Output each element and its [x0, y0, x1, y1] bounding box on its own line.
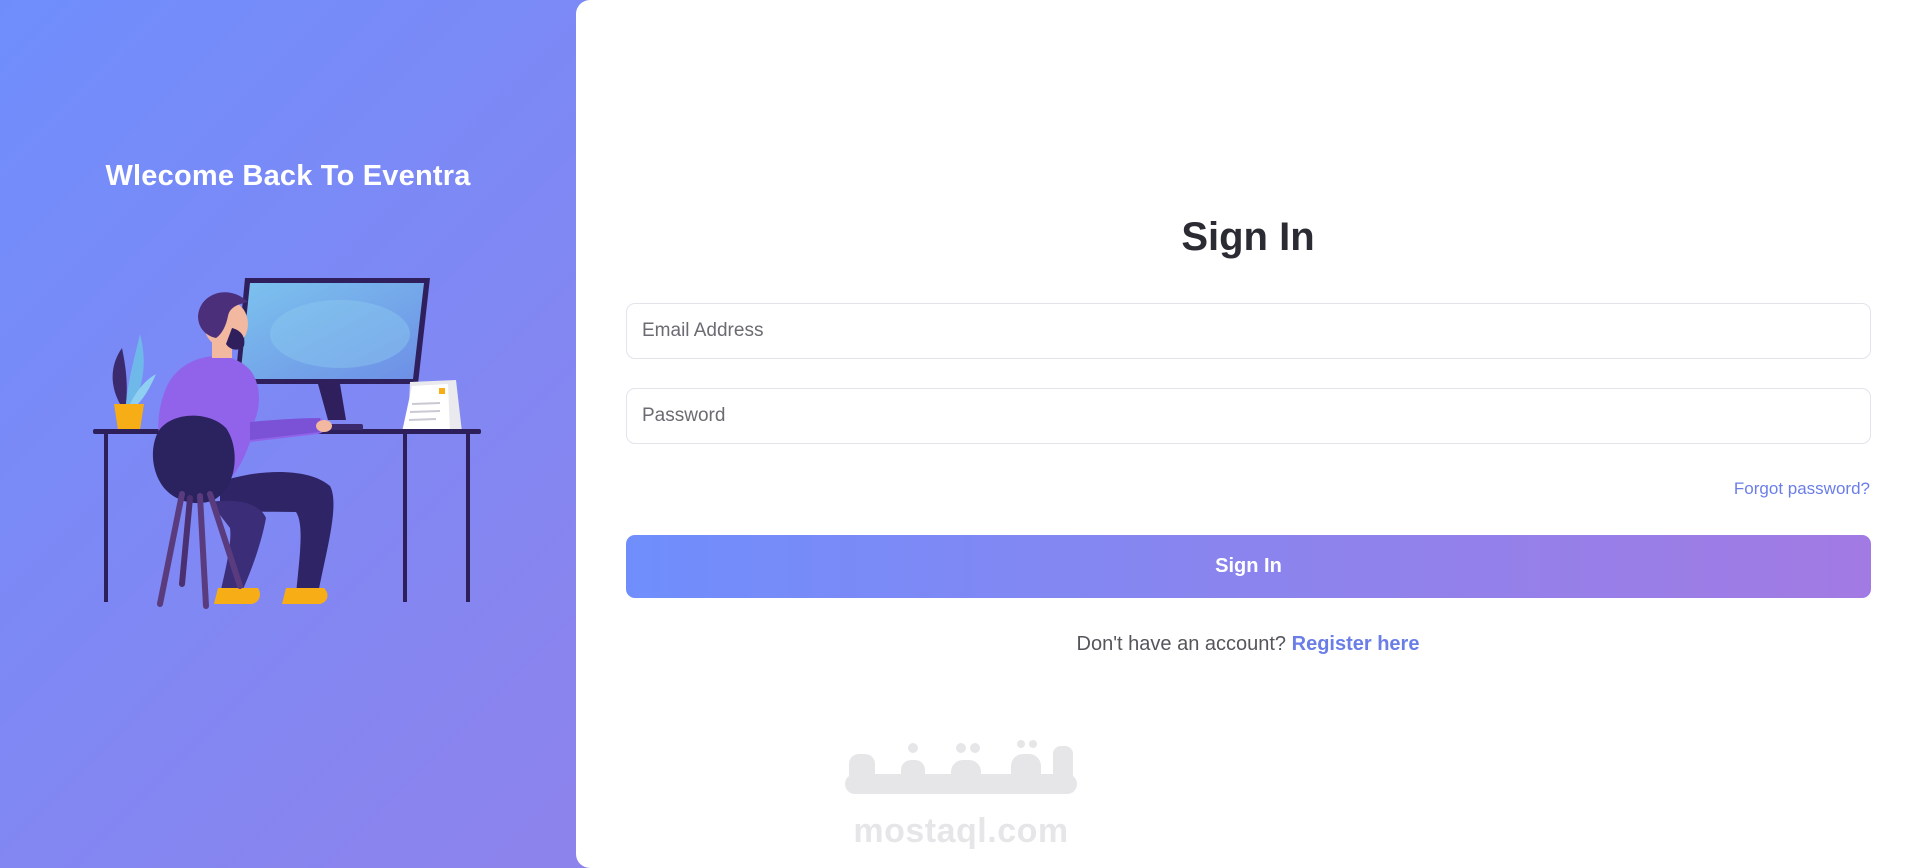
register-prompt: Don't have an account?	[1076, 633, 1287, 655]
mostaql-logo-icon	[845, 740, 1077, 794]
person-at-desk-illustration	[93, 278, 481, 609]
sign-in-title: Sign In	[1181, 215, 1315, 259]
welcome-title: Wlecome Back To Eventra	[105, 160, 471, 192]
watermark-url: mostaql.com	[853, 812, 1069, 850]
email-field[interactable]	[626, 303, 1871, 359]
sign-in-button[interactable]: Sign In	[626, 535, 1871, 598]
welcome-panel: Wlecome Back To Eventra	[0, 0, 576, 868]
sign-in-panel: Sign In Forgot password? Sign In Don't h…	[576, 0, 1920, 868]
login-page: Wlecome Back To Eventra Sign In Email Ad…	[0, 0, 1920, 868]
password-field[interactable]	[626, 388, 1871, 444]
forgot-password-link[interactable]: Forgot password?	[1734, 479, 1870, 499]
mostaql-watermark: mostaql.com	[841, 740, 1081, 850]
register-line: Don't have an account? Register here	[576, 633, 1920, 656]
register-link[interactable]: Register here	[1292, 633, 1420, 655]
